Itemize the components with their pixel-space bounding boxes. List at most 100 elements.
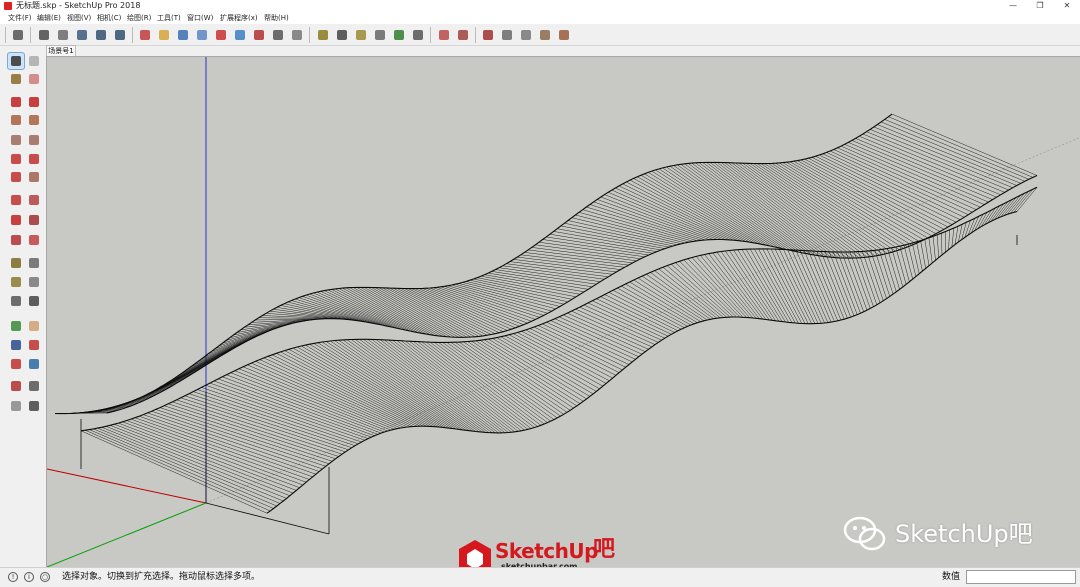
credits-icon[interactable]: i: [24, 572, 34, 582]
section-icon[interactable]: [372, 27, 388, 43]
walk-icon[interactable]: [194, 27, 210, 43]
eraser-icon[interactable]: [55, 27, 71, 43]
two-point-arc-icon[interactable]: [26, 169, 42, 185]
rectangle-icon[interactable]: [8, 112, 24, 128]
eraser-icon[interactable]: [26, 71, 42, 87]
paint-bucket-icon[interactable]: [8, 71, 24, 87]
freehand-icon[interactable]: [26, 94, 42, 110]
text-icon[interactable]: [334, 27, 350, 43]
move-icon[interactable]: [8, 192, 24, 208]
surface-rule-line: [367, 339, 493, 433]
sandbox-from-contours-icon[interactable]: [391, 27, 407, 43]
make-component-icon[interactable]: [26, 53, 42, 69]
surface-rule-line: [828, 251, 855, 316]
follow-me-icon[interactable]: [26, 212, 42, 228]
protractor-icon[interactable]: [289, 27, 305, 43]
surface-rule-line: [425, 341, 538, 427]
orbit-icon[interactable]: [93, 27, 109, 43]
soften-icon[interactable]: [556, 27, 572, 43]
push-pull-icon[interactable]: [26, 192, 42, 208]
position-camera-icon[interactable]: [8, 378, 24, 394]
arc-icon[interactable]: [8, 151, 24, 167]
sandbox-from-scratch-icon[interactable]: [410, 27, 426, 43]
menu-draw[interactable]: 绘图(R): [127, 13, 151, 23]
menu-help[interactable]: 帮助(H): [264, 13, 289, 23]
scene-tab[interactable]: 场景号1: [46, 45, 76, 56]
menu-window[interactable]: 窗口(W): [187, 13, 213, 23]
pan-icon[interactable]: [112, 27, 128, 43]
drape-icon[interactable]: [480, 27, 496, 43]
add-detail-icon[interactable]: [499, 27, 515, 43]
toolbar-divider: [30, 27, 31, 43]
surface-rule-line: [351, 339, 480, 432]
menu-camera[interactable]: 相机(C): [97, 13, 121, 23]
line-icon[interactable]: [8, 94, 24, 110]
offset-icon[interactable]: [26, 232, 42, 248]
look-around-icon[interactable]: [213, 27, 229, 43]
menu-edit[interactable]: 编辑(E): [37, 13, 61, 23]
close-button[interactable]: ✕: [1054, 0, 1080, 12]
polygon-icon[interactable]: [26, 132, 42, 148]
terrain-icon[interactable]: [537, 27, 553, 43]
pan-icon[interactable]: [26, 318, 42, 334]
zoom-icon[interactable]: [8, 337, 24, 353]
surface-rule-line: [851, 140, 993, 200]
surface-rule-line: [80, 430, 268, 514]
menu-extensions[interactable]: 扩展程序(x): [220, 13, 258, 23]
user-icon[interactable]: ○: [40, 572, 50, 582]
zoom-window-icon[interactable]: [26, 337, 42, 353]
select-icon[interactable]: [10, 27, 26, 43]
rotate-icon[interactable]: [8, 212, 24, 228]
scale-icon[interactable]: [8, 232, 24, 248]
zoom-extents-icon[interactable]: [8, 356, 24, 372]
measurements-input[interactable]: [966, 570, 1076, 584]
position-camera-icon[interactable]: [232, 27, 248, 43]
pie-icon[interactable]: [26, 151, 42, 167]
surface-rule-line: [675, 262, 734, 318]
orbit-icon[interactable]: [8, 318, 24, 334]
previous-view-icon[interactable]: [26, 356, 42, 372]
three-point-arc-icon[interactable]: [8, 169, 24, 185]
zoom-extents-icon[interactable]: [175, 27, 191, 43]
tape-measure-icon[interactable]: [270, 27, 286, 43]
surface-rule-line: [579, 306, 659, 343]
dimension-icon[interactable]: [26, 255, 42, 271]
drawing-viewport[interactable]: [46, 56, 1080, 567]
wechat-icon: [843, 516, 886, 551]
stamp-icon[interactable]: [455, 27, 471, 43]
section-plane-icon[interactable]: [26, 398, 42, 414]
dimension-icon[interactable]: [315, 27, 331, 43]
geolocation-icon[interactable]: !: [8, 572, 18, 582]
menu-view[interactable]: 视图(V): [67, 13, 91, 23]
footprints-icon[interactable]: [251, 27, 267, 43]
3d-text-icon[interactable]: [26, 293, 42, 309]
axes-icon[interactable]: [8, 293, 24, 309]
surface-rule-line: [130, 418, 307, 483]
menu-file[interactable]: 文件(F): [8, 13, 32, 23]
smoove-icon[interactable]: [436, 27, 452, 43]
zoom-icon[interactable]: [137, 27, 153, 43]
axes-icon[interactable]: [353, 27, 369, 43]
surface-rule-line: [371, 287, 459, 338]
menu-tools[interactable]: 工具(T): [157, 13, 181, 23]
walk-icon[interactable]: [8, 398, 24, 414]
surface-rule-line: [583, 304, 662, 341]
surface-rule-line: [870, 250, 887, 299]
restore-button[interactable]: ❐: [1027, 0, 1053, 12]
flip-edge-icon[interactable]: [518, 27, 534, 43]
select-icon[interactable]: [7, 52, 25, 70]
zoom-window-icon[interactable]: [156, 27, 172, 43]
circle-icon[interactable]: [8, 132, 24, 148]
text-icon[interactable]: [26, 274, 42, 290]
minimize-button[interactable]: —: [1000, 0, 1026, 12]
rotated-rectangle-icon[interactable]: [26, 112, 42, 128]
surface-rule-line: [845, 251, 868, 311]
look-around-icon[interactable]: [26, 378, 42, 394]
surface-rule-line: [612, 290, 685, 328]
surface-rule-line: [97, 427, 281, 504]
paint-icon[interactable]: [74, 27, 90, 43]
protractor-icon[interactable]: [8, 274, 24, 290]
surface-rule-line: [874, 250, 891, 297]
component-icon[interactable]: [36, 27, 52, 43]
tape-measure-icon[interactable]: [8, 255, 24, 271]
